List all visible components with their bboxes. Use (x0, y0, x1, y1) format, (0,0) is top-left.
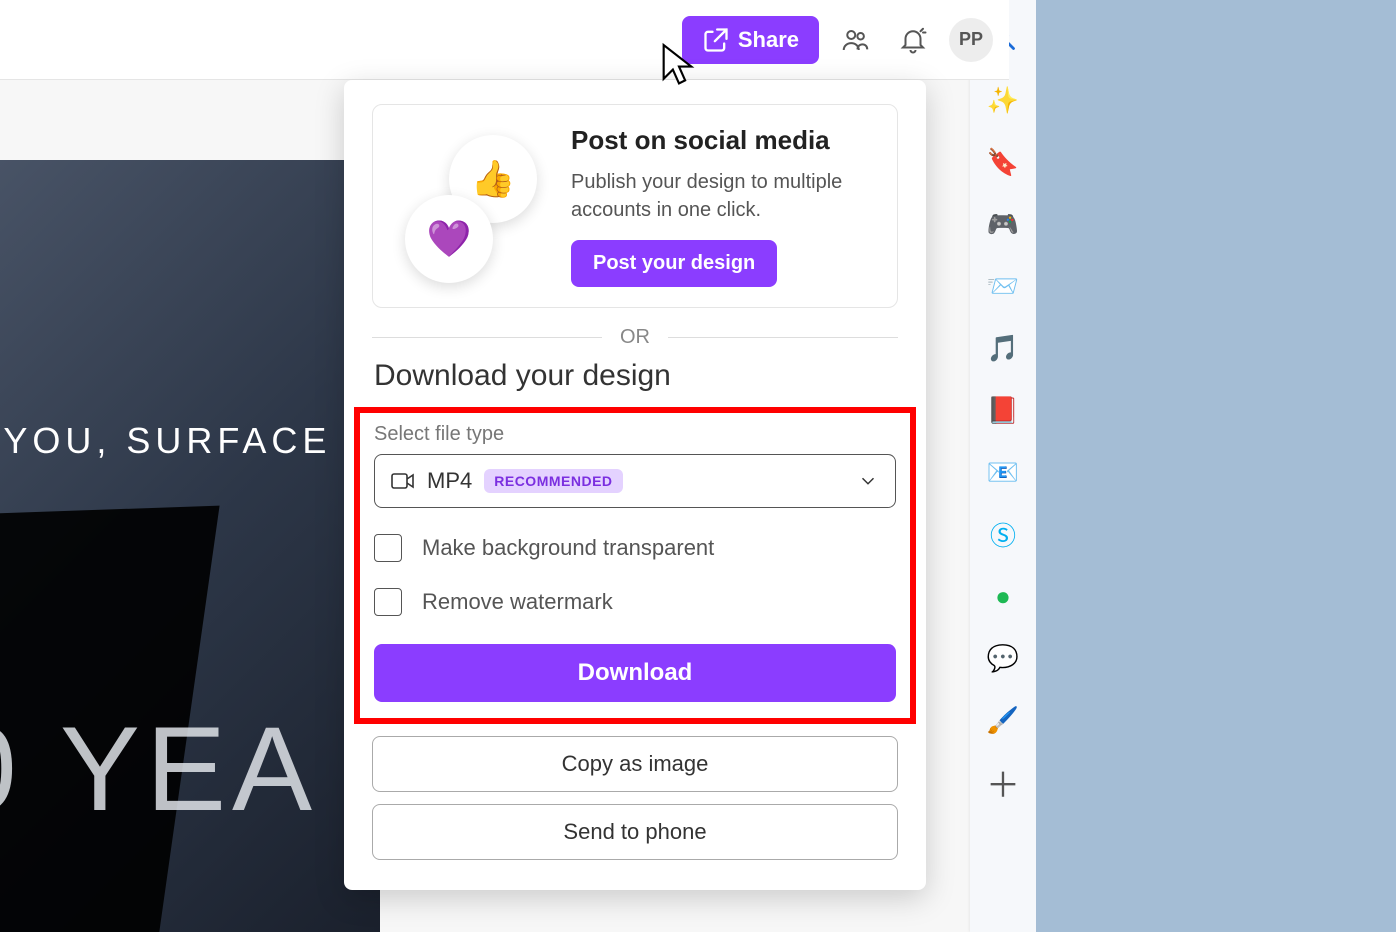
promo-title: Post on social media (571, 125, 873, 156)
file-type-label: Select file type (374, 423, 896, 446)
heart-icon: 💜 (405, 195, 493, 283)
app-window: Share PP K YOU, SURFACE FA 0 YEA (0, 0, 1010, 932)
avatar[interactable]: PP (949, 18, 993, 62)
chevron-down-icon (857, 470, 879, 492)
copy-as-image-button[interactable]: Copy as image (372, 736, 898, 792)
transparent-bg-label: Make background transparent (422, 535, 714, 561)
paint-icon[interactable]: 🖌️ (987, 704, 1019, 736)
file-type-select[interactable]: MP4 RECOMMENDED (374, 454, 896, 508)
transparent-bg-checkbox[interactable]: Make background transparent (374, 534, 896, 562)
share-button-label: Share (738, 27, 799, 53)
slide-text-1: K YOU, SURFACE FA (0, 420, 400, 462)
browser-sidebar: ✨ 🔖 🎮 📨 🎵 📕 📧 Ⓢ ● 💬 🖌️ ＋ (970, 0, 1036, 932)
slide-background: K YOU, SURFACE FA 0 YEA (0, 160, 380, 932)
recommended-badge: RECOMMENDED (484, 469, 622, 493)
add-sidebar-item-button[interactable]: ＋ (987, 766, 1019, 798)
music-icon[interactable]: 🎵 (987, 332, 1019, 364)
messenger-icon[interactable]: 💬 (987, 642, 1019, 674)
download-button[interactable]: Download (374, 644, 896, 702)
promo-illustration: 👍 💜 (397, 131, 547, 281)
spotify-icon[interactable]: ● (987, 580, 1019, 612)
download-section-title: Download your design (374, 359, 898, 393)
promo-description: Publish your design to multiple accounts… (571, 168, 873, 224)
outlook-icon[interactable]: 📧 (987, 456, 1019, 488)
send-to-phone-button[interactable]: Send to phone (372, 804, 898, 860)
highlight-annotation: Select file type MP4 RECOMMENDED Make ba… (354, 407, 916, 724)
skype-icon[interactable]: Ⓢ (987, 518, 1019, 550)
send-icon[interactable]: 📨 (987, 270, 1019, 302)
share-icon (702, 26, 730, 54)
notifications-button[interactable] (891, 18, 935, 62)
share-button[interactable]: Share (682, 16, 819, 64)
slide-text-2: 0 YEA (0, 700, 318, 838)
checkbox-box (374, 534, 402, 562)
games-icon[interactable]: 🎮 (987, 208, 1019, 240)
video-icon (391, 471, 415, 491)
people-button[interactable] (833, 18, 877, 62)
office-icon[interactable]: 📕 (987, 394, 1019, 426)
sparkle-icon[interactable]: ✨ (987, 84, 1019, 116)
bell-icon (898, 25, 928, 55)
divider-label: OR (620, 326, 650, 349)
share-popover: 👍 💜 Post on social media Publish your de… (344, 80, 926, 890)
tag-icon[interactable]: 🔖 (987, 146, 1019, 178)
file-type-value: MP4 (427, 468, 472, 494)
divider: OR (372, 326, 898, 349)
people-icon (840, 25, 870, 55)
remove-watermark-label: Remove watermark (422, 589, 613, 615)
avatar-initials: PP (959, 29, 983, 50)
promo-text: Post on social media Publish your design… (571, 125, 873, 287)
social-promo-card: 👍 💜 Post on social media Publish your de… (372, 104, 898, 308)
post-design-button[interactable]: Post your design (571, 240, 777, 287)
remove-watermark-checkbox[interactable]: Remove watermark (374, 588, 896, 616)
checkbox-box (374, 588, 402, 616)
top-toolbar: Share PP (0, 0, 1009, 80)
